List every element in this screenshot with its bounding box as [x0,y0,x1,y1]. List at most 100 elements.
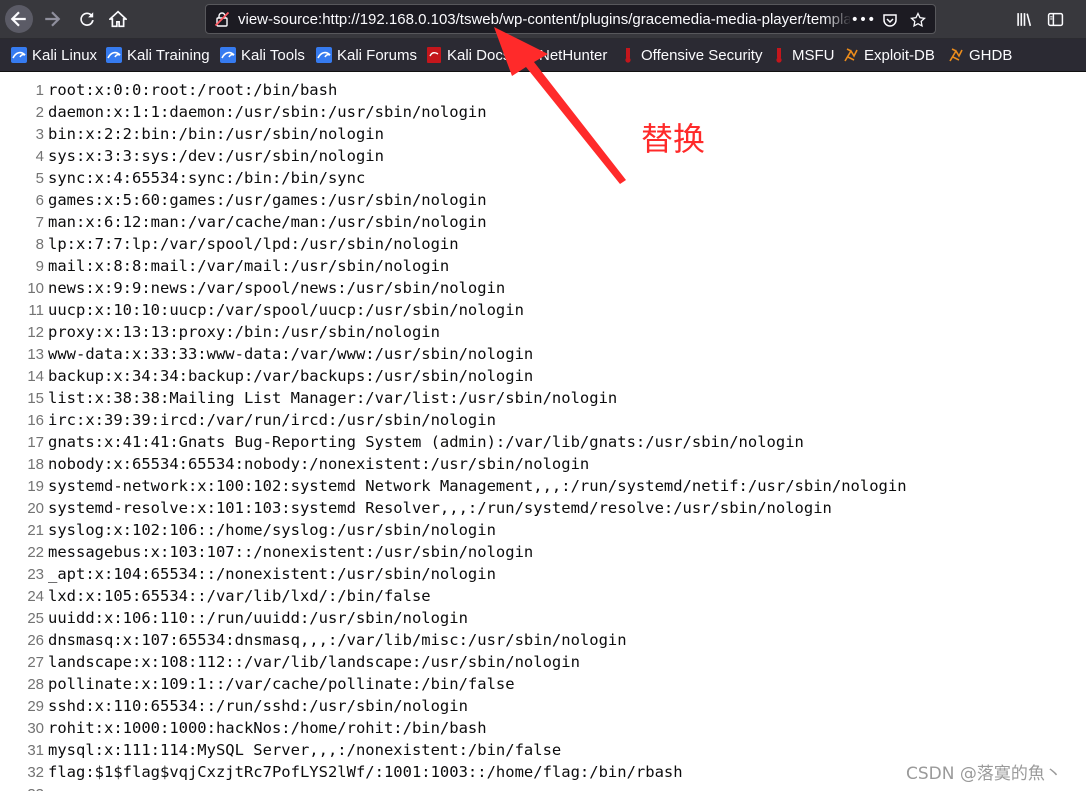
line-text: systemd-resolve:x:101:103:systemd Resolv… [48,499,832,517]
source-line: 1 root:x:0:0:root:/root:/bin/bash [0,79,338,101]
line-text: uuidd:x:106:110::/run/uuidd:/usr/sbin/no… [48,609,468,627]
bookmark-kali-forums[interactable]: Kali Forums [316,46,417,64]
kali-icon [316,47,332,63]
pocket-icon[interactable] [879,9,901,31]
line-number: 28 [27,676,44,693]
reload-icon[interactable] [73,5,101,33]
source-line: 8 lp:x:7:7:lp:/var/spool/lpd:/usr/sbin/no… [0,233,459,255]
line-text: landscape:x:108:112::/var/lib/landscape:… [48,653,580,671]
bookmark-msfu[interactable]: MSFU [771,46,835,64]
bookmark-exploit-db[interactable]: Exploit-DB [843,46,935,64]
bookmark-label: Kali Docs [447,46,511,64]
bookmark-kali-linux[interactable]: Kali Linux [11,46,97,64]
line-number: 14 [27,368,44,385]
line-text: lp:x:7:7:lp:/var/spool/lpd:/usr/sbin/nol… [48,235,459,253]
source-line: 22 messagebus:x:103:107::/nonexistent:/us… [0,541,533,563]
line-text: backup:x:34:34:backup:/var/backups:/usr/… [48,367,534,385]
line-number: 18 [27,456,44,473]
line-text: systemd-network:x:100:102:systemd Networ… [48,477,907,495]
line-number: 2 [35,104,44,121]
bookmark-kali-training[interactable]: Kali Training [106,46,210,64]
bookmark-nethunter[interactable]: NetHunter [518,46,607,64]
source-line: 5 sync:x:4:65534:sync:/bin:/bin/sync [0,167,366,189]
back-icon[interactable] [5,5,33,33]
annotation-label: 替换 [641,120,706,158]
sidebar-icon[interactable] [1044,8,1066,30]
line-number: 33 [0,784,48,791]
line-number: 7 [35,214,44,231]
line-number: 10 [27,280,44,297]
source-line: 15 list:x:38:38:Mailing List Manager:/var… [0,387,617,409]
line-number: 1 [35,82,44,99]
home-icon[interactable] [104,5,132,33]
bookmark-label: GHDB [969,46,1013,64]
line-number: 22 [27,544,44,561]
line-text: dnsmasq:x:107:65534:dnsmasq,,,:/var/lib/… [48,631,627,649]
bookmark-star-icon[interactable] [907,9,929,31]
line-number: 12 [27,324,44,341]
line-text: bin:x:2:2:bin:/bin:/usr/sbin/nologin [48,125,384,143]
bookmarks-toolbar: Kali Linux Kali Training Kali Tools Kali… [0,39,1086,72]
line-text: messagebus:x:103:107::/nonexistent:/usr/… [48,543,534,561]
source-line: 33 [0,783,48,791]
more-actions-icon[interactable]: ••• [851,9,876,31]
source-line: 24 lxd:x:105:65534::/var/lib/lxd/:/bin/fa… [0,585,430,607]
line-number: 16 [27,412,44,429]
csdn-watermark: CSDN @落寞的魚丶 [906,764,1062,784]
offsec-icon [625,48,631,63]
line-text: syslog:x:102:106::/home/syslog:/usr/sbin… [48,521,496,539]
kali-icon [220,47,236,63]
source-line: 31 mysql:x:111:114:MySQL Server,,,:/nonex… [0,739,561,761]
line-number: 25 [27,610,44,627]
kali-icon [106,47,122,63]
line-number: 31 [27,742,44,759]
url-bar[interactable]: view-source:http://192.168.0.103/tsweb/w… [205,4,936,34]
source-line: 19 systemd-network:x:100:102:systemd Netw… [0,475,907,497]
line-text: _apt:x:104:65534::/nonexistent:/usr/sbin… [48,565,496,583]
source-line: 6 games:x:5:60:games:/usr/games:/usr/sbin… [0,189,487,211]
line-number: 6 [35,192,44,209]
bookmark-kali-docs[interactable]: Kali Docs [426,46,510,64]
line-number: 27 [27,654,44,671]
bookmark-label: Kali Training [127,46,210,64]
source-line: 18 nobody:x:65534:65534:nobody:/nonexiste… [0,453,589,475]
bookmark-offensive-security[interactable]: Offensive Security [620,46,762,64]
line-text: irc:x:39:39:ircd:/var/run/ircd:/usr/sbin… [48,411,496,429]
line-number: 11 [28,302,44,319]
line-text: sync:x:4:65534:sync:/bin:/bin/sync [48,169,366,187]
source-line: 11 uucp:x:10:10:uucp:/var/spool/uucp:/usr… [0,299,524,321]
line-number: 4 [35,148,44,165]
bookmark-ghdb[interactable]: GHDB [948,46,1012,64]
line-number: 3 [35,126,44,143]
line-text: www-data:x:33:33:www-data:/var/www:/usr/… [48,345,534,363]
url-text[interactable]: view-source:http://192.168.0.103/tsweb/w… [238,11,850,28]
library-icon[interactable] [1013,8,1035,30]
line-number: 26 [27,632,44,649]
bookmark-label: MSFU [792,46,835,64]
bookmark-kali-tools[interactable]: Kali Tools [220,46,305,64]
source-line: 20 systemd-resolve:x:101:103:systemd Reso… [0,497,832,519]
forward-icon[interactable] [38,5,66,33]
source-line: 17 gnats:x:41:41:Gnats Bug-Reporting Syst… [0,431,804,453]
view-source-content: 1 root:x:0:0:root:/root:/bin/bash 2 daemon:… [0,72,1086,791]
line-number: 20 [27,500,44,517]
line-number: 9 [35,258,44,275]
source-line: 14 backup:x:34:34:backup:/var/backups:/us… [0,365,533,387]
source-line: 29 sshd:x:110:65534::/run/sshd:/usr/sbin/… [0,695,468,717]
line-text: daemon:x:1:1:daemon:/usr/sbin:/usr/sbin/… [48,103,487,121]
line-text: gnats:x:41:41:Gnats Bug-Reporting System… [48,433,804,451]
bookmark-label: Exploit-DB [864,46,935,64]
source-line: 32 flag:$1$flag$vqjCxzjtRc7PofLYS2lWf/:10… [0,761,682,783]
line-number: 30 [27,720,44,737]
bookmark-label: Offensive Security [641,46,763,64]
source-line: 28 pollinate:x:109:1::/var/cache/pollinat… [0,673,514,695]
not-secure-icon[interactable] [214,11,230,27]
line-text: sys:x:3:3:sys:/dev:/usr/sbin/nologin [48,147,384,165]
kali-icon [11,47,27,63]
bookmark-label: Kali Forums [337,46,418,64]
line-text: proxy:x:13:13:proxy:/bin:/usr/sbin/nolog… [48,323,440,341]
source-line: 27 landscape:x:108:112::/var/lib/landscap… [0,651,580,673]
source-line: 4 sys:x:3:3:sys:/dev:/usr/sbin/nologin [0,145,384,167]
line-number: 5 [35,170,44,187]
line-number: 21 [27,522,44,539]
